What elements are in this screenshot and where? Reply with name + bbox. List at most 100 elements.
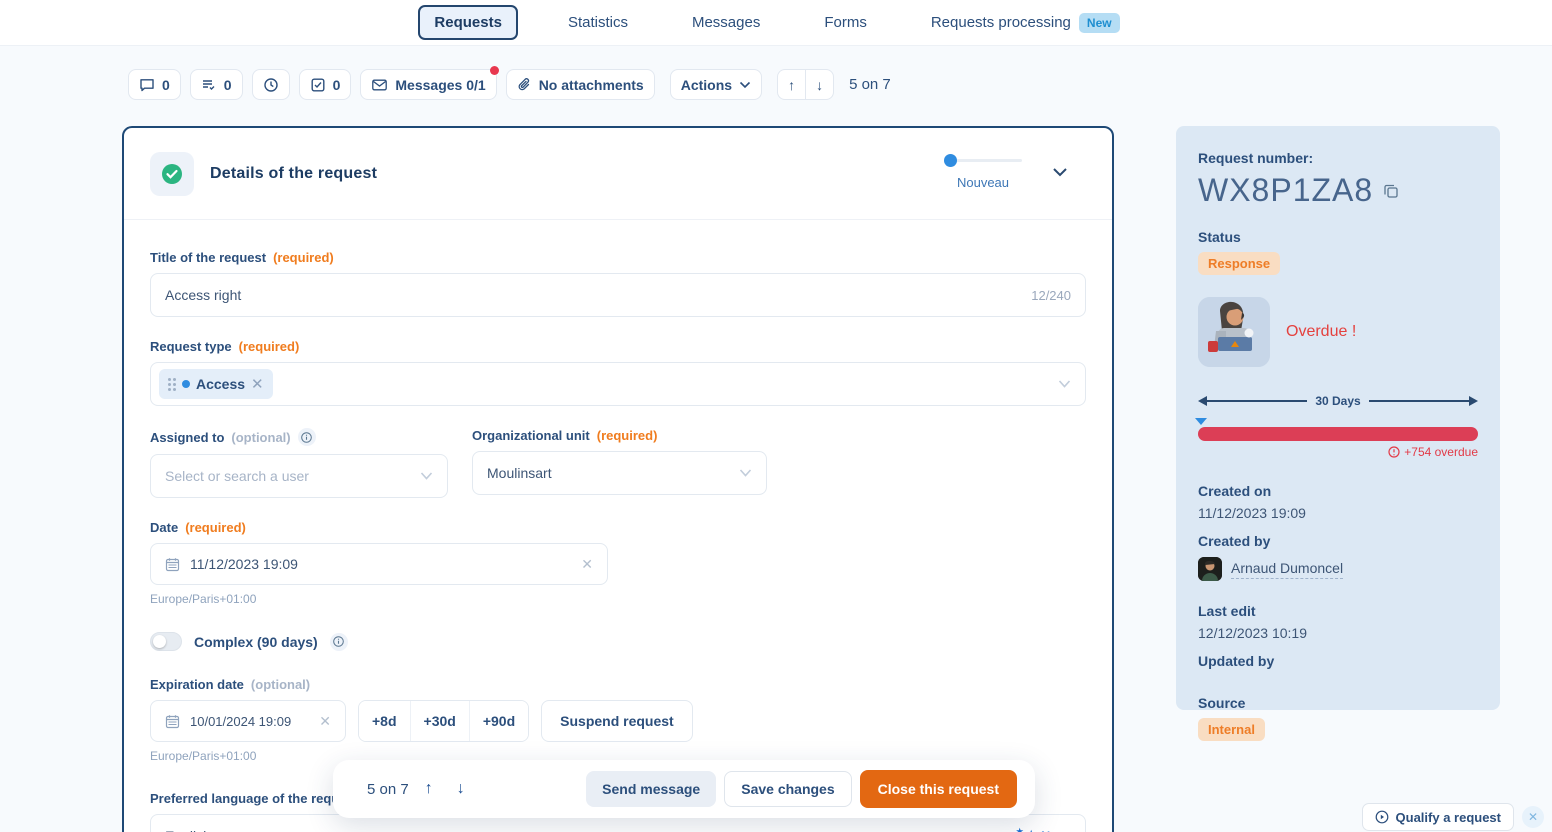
request-type-chip-label: Access [196, 376, 245, 392]
range-left-arrow [1198, 396, 1207, 406]
stage-label: Nouveau [944, 175, 1022, 190]
tab-messages[interactable]: Messages [678, 7, 774, 38]
prev-request-button[interactable]: ↑ [777, 69, 805, 100]
creator-avatar [1198, 557, 1222, 581]
unread-indicator [490, 66, 499, 75]
created-by-label: Created by [1198, 533, 1478, 549]
qualify-footer: Qualify a request ✕ [1362, 803, 1544, 831]
status-label: Status [1198, 229, 1478, 245]
messages-label: Messages 0/1 [395, 77, 485, 93]
range-right-arrow [1469, 396, 1478, 406]
title-char-counter: 12/240 [1031, 288, 1071, 303]
copy-icon[interactable] [1383, 183, 1399, 199]
created-on-value: 11/12/2023 19:09 [1198, 505, 1478, 521]
org-unit-label: Organizational unit [472, 428, 590, 443]
actions-dropdown[interactable]: Actions [670, 69, 762, 100]
type-color-dot [182, 380, 190, 388]
comments-button[interactable]: 0 [128, 69, 181, 100]
expiration-label: Expiration date [150, 677, 244, 692]
request-type-chip[interactable]: Access ✕ [159, 369, 273, 399]
card-body: Title of the request (required) Access r… [124, 220, 1112, 832]
tasks-button[interactable]: 0 [190, 69, 243, 100]
source-badge: Internal [1198, 718, 1265, 741]
clear-expiration-icon[interactable]: ✕ [319, 713, 331, 730]
tab-label: Requests processing [931, 14, 1071, 31]
expiration-optional: (optional) [251, 677, 310, 692]
title-label: Title of the request [150, 250, 266, 265]
complex-toggle[interactable] [150, 632, 182, 651]
title-input[interactable]: Access right 12/240 [150, 273, 1086, 317]
status-badge: Response [1198, 252, 1280, 275]
attachments-label: No attachments [539, 77, 644, 93]
tab-requests-processing[interactable]: Requests processing New [917, 6, 1134, 40]
extend-30d-button[interactable]: +30d [410, 701, 469, 741]
tab-requests[interactable]: Requests [418, 5, 518, 40]
tab-forms[interactable]: Forms [810, 7, 881, 38]
save-changes-button[interactable]: Save changes [724, 771, 851, 807]
comment-icon [139, 77, 155, 93]
overdue-label: Overdue ! [1286, 323, 1356, 341]
org-unit-required: (required) [597, 428, 658, 443]
new-badge: New [1079, 13, 1120, 33]
ai-assist-icon[interactable]: ★★AI [1016, 828, 1050, 832]
tab-statistics[interactable]: Statistics [554, 7, 642, 38]
extend-8d-button[interactable]: +8d [359, 701, 410, 741]
prev-request-arrow[interactable]: ↑ [417, 780, 441, 798]
toolbar-pagination: 5 on 7 [849, 76, 891, 93]
checklist-button[interactable]: 0 [299, 69, 352, 100]
suspend-request-button[interactable]: Suspend request [541, 700, 693, 742]
title-value: Access right [165, 287, 1031, 303]
close-footer-icon[interactable]: ✕ [1522, 806, 1544, 828]
checkbox-icon [310, 77, 326, 93]
remove-type-icon[interactable]: ✕ [251, 375, 264, 393]
duration-range: 30 Days [1198, 393, 1478, 409]
info-icon[interactable] [330, 633, 348, 651]
assigned-to-select[interactable]: Select or search a user [150, 454, 448, 498]
assigned-to-label: Assigned to [150, 430, 224, 445]
last-edit-value: 12/12/2023 10:19 [1198, 625, 1478, 641]
messages-button[interactable]: Messages 0/1 [360, 69, 496, 100]
request-type-label: Request type [150, 339, 232, 354]
overdue-count: +754 overdue [1198, 445, 1478, 459]
created-by-value[interactable]: Arnaud Dumoncel [1231, 560, 1343, 579]
date-value: 11/12/2023 19:09 [190, 556, 571, 572]
attachments-button[interactable]: No attachments [506, 69, 655, 100]
send-message-button[interactable]: Send message [586, 771, 716, 807]
next-request-button[interactable]: ↓ [805, 69, 834, 100]
org-unit-select[interactable]: Moulinsart [472, 451, 767, 495]
request-number-label: Request number: [1198, 150, 1478, 166]
request-info-sidebar: Request number: WX8P1ZA8 Status Response [1176, 126, 1500, 710]
drag-handle-icon[interactable] [168, 378, 176, 391]
next-request-arrow[interactable]: ↓ [449, 780, 473, 798]
collapse-section-button[interactable] [1052, 164, 1068, 182]
close-request-button[interactable]: Close this request [860, 770, 1017, 808]
request-number: WX8P1ZA8 [1198, 172, 1373, 209]
envelope-icon [371, 77, 388, 93]
date-input[interactable]: 11/12/2023 19:09 ✕ [150, 543, 608, 585]
clock-icon [263, 77, 279, 93]
comments-count: 0 [162, 77, 170, 93]
source-label: Source [1198, 695, 1478, 711]
stage-dot [944, 154, 957, 167]
title-required: (required) [273, 250, 334, 265]
qualify-request-button[interactable]: Qualify a request [1362, 803, 1514, 831]
extend-90d-button[interactable]: +90d [469, 701, 528, 741]
history-button[interactable] [252, 69, 290, 100]
expiration-input[interactable]: 10/01/2024 19:09 ✕ [150, 700, 346, 742]
card-title: Details of the request [210, 165, 377, 183]
date-required: (required) [185, 520, 246, 535]
clear-date-icon[interactable]: ✕ [581, 556, 593, 573]
tasks-count: 0 [224, 77, 232, 93]
card-header: Details of the request Nouveau [124, 128, 1112, 220]
org-unit-value: Moulinsart [487, 465, 731, 481]
floating-action-bar: 5 on 7 ↑ ↓ Send message Save changes Clo… [333, 760, 1035, 818]
request-nav-arrows: ↑ ↓ [777, 69, 834, 100]
request-details-card: Details of the request Nouveau Title of … [122, 126, 1114, 832]
info-icon[interactable] [298, 428, 316, 446]
calendar-icon [165, 557, 180, 572]
request-toolbar: 0 0 0 Messages 0/1 No attachments Action… [128, 69, 891, 100]
updated-by-label: Updated by [1198, 653, 1478, 669]
actions-label: Actions [681, 77, 732, 93]
chevron-down-icon [1058, 380, 1071, 388]
request-type-select[interactable]: Access ✕ [150, 362, 1086, 406]
